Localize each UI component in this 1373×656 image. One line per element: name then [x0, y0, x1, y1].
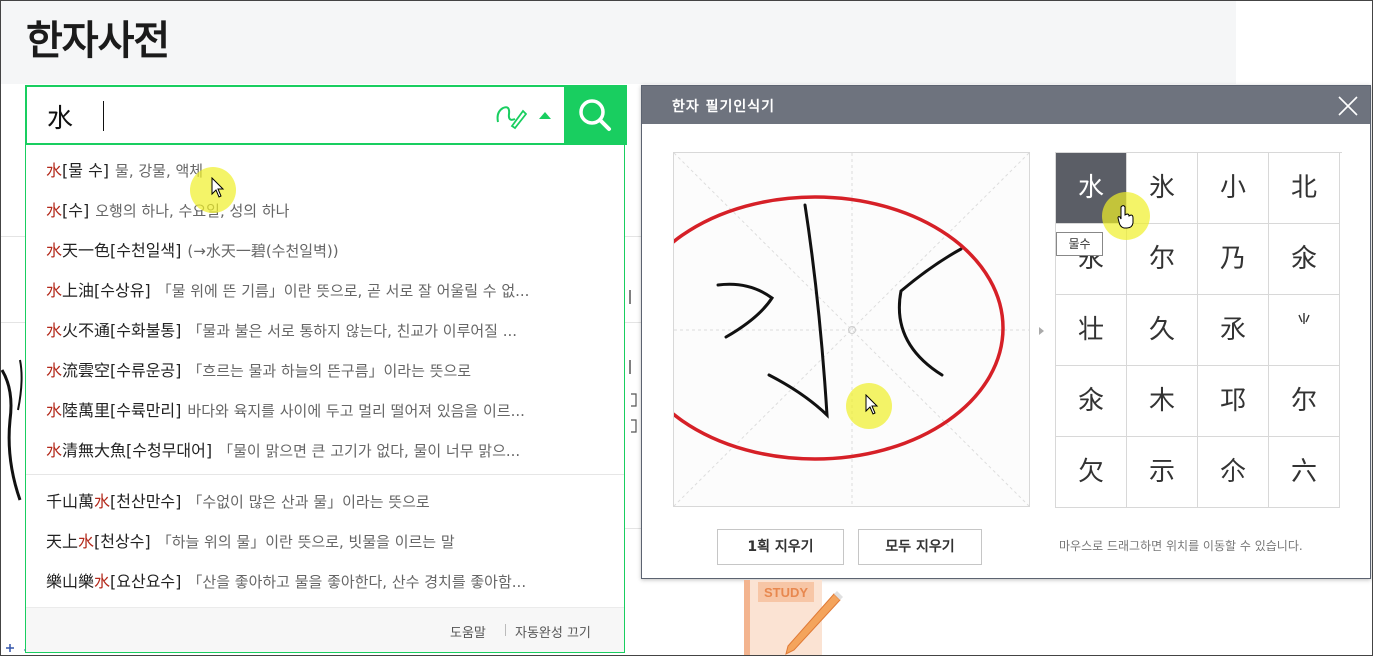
autocomplete-item[interactable]: 千山萬水[천산만수] 「수없이 많은 산과 물」이라는 뜻으로	[46, 488, 606, 512]
autocomplete-item[interactable]: 天上水[천상수] 「하늘 위의 물」이란 뜻으로, 빗물을 이르는 말	[46, 528, 606, 552]
handwriting-recognizer-panel[interactable]: 한자 필기인식기 水 氷 小 北 永 尔 乃 氽 壮 久 氶 氽 木 邛 尔 欠…	[625, 85, 1371, 579]
candidate-cell[interactable]	[1269, 295, 1340, 366]
autocomplete-item[interactable]: 水天一色[수천일색] (→水天一碧(수천일벽))	[46, 237, 606, 261]
candidate-cell[interactable]: 六	[1269, 437, 1340, 508]
drag-hint: 마우스로 드래그하면 위치를 이동할 수 있습니다.	[1059, 539, 1303, 553]
candidate-cell[interactable]: 壮	[1056, 295, 1127, 366]
autocomplete-item[interactable]: 水清無大魚[수청무대어] 「물이 맑으면 큰 고기가 없다, 물이 너무 맑으..…	[46, 437, 606, 461]
candidate-cell[interactable]: 尒	[1198, 437, 1269, 508]
background-divider	[0, 322, 25, 323]
footer-divider	[505, 624, 506, 636]
candidate-cell[interactable]: 氽	[1269, 224, 1340, 295]
collapse-arrow-icon[interactable]	[539, 112, 551, 119]
candidate-glyph-icon	[1298, 313, 1310, 324]
handwriting-pen-icon[interactable]	[495, 102, 527, 130]
background-divider	[625, 528, 641, 529]
background-divider	[625, 236, 641, 237]
panel-header[interactable]: 한자 필기인식기	[642, 86, 1370, 124]
autocomplete-item[interactable]: 水[물 수] 물, 강물, 액체	[46, 157, 606, 181]
search-box	[25, 85, 627, 145]
candidate-cell[interactable]: 久	[1127, 295, 1198, 366]
erase-all-button[interactable]: 모두 지우기	[858, 529, 982, 565]
candidate-grid: 水 氷 小 北 永 尔 乃 氽 壮 久 氶 氽 木 邛 尔 欠 示 尒 六	[1055, 152, 1342, 508]
erase-stroke-button[interactable]: 1획 지우기	[717, 529, 844, 565]
autocomplete-footer: 도움말 자동완성 끄기	[26, 607, 624, 652]
canvas-arrow-icon	[1039, 327, 1044, 335]
autocomplete-item[interactable]: 水火不通[수화불통] 「물과 불은 서로 통하지 않는다, 친교가 이루어질 ..…	[46, 317, 606, 341]
handwriting-canvas[interactable]	[625, 152, 1030, 507]
autocomplete-item[interactable]: 水流雲空[수류운공] 「흐르는 물과 하늘의 뜬구름」이라는 뜻으로	[46, 357, 606, 381]
page-title: 한자사전	[26, 18, 170, 64]
text-cursor	[103, 101, 104, 131]
background-divider	[0, 236, 25, 237]
study-label: STUDY	[764, 585, 808, 600]
search-input[interactable]	[47, 96, 407, 136]
candidate-cell[interactable]: 邛	[1198, 366, 1269, 437]
study-illustration: STUDY	[744, 580, 844, 656]
candidate-cell[interactable]: 小	[1198, 153, 1269, 224]
mouse-pointer-icon	[211, 177, 225, 198]
candidate-cell[interactable]: 木	[1127, 366, 1198, 437]
candidate-cell[interactable]: 欠	[1056, 437, 1127, 508]
candidate-tooltip: 물수	[1056, 232, 1103, 256]
mouse-pointer-icon	[865, 394, 879, 415]
autocomplete-separator	[26, 474, 624, 475]
canvas-drawing	[625, 152, 1030, 507]
autocomplete-item[interactable]: 水陸萬里[수륙만리] 바다와 육지를 사이에 두고 멀리 떨어져 있음을 이르..…	[46, 397, 606, 421]
search-icon	[579, 99, 611, 131]
autocomplete-item[interactable]: 水[수] 오행의 하나, 수요일, 성의 하나	[46, 197, 606, 221]
page-header-background	[0, 0, 1236, 84]
autocomplete-item[interactable]: 樂山樂水[요산요수] 「산을 좋아하고 물을 좋아한다, 산수 경치를 좋아함..…	[46, 568, 606, 592]
background-bracket-fragment	[629, 290, 637, 433]
candidate-cell[interactable]: 示	[1127, 437, 1198, 508]
candidate-cell[interactable]: 乃	[1198, 224, 1269, 295]
panel-title: 한자 필기인식기	[672, 99, 776, 115]
help-link[interactable]: 도움말	[450, 622, 486, 641]
autocomplete-item[interactable]: 水上油[수상유] 「물 위에 뜬 기름」이란 뜻으로, 곧 서로 잘 어울릴 수 …	[46, 277, 606, 301]
candidate-cell[interactable]: 北	[1269, 153, 1340, 224]
background-character-fragment	[0, 359, 23, 501]
candidate-cell[interactable]: 氶	[1198, 295, 1269, 366]
search-button[interactable]	[564, 85, 627, 145]
candidate-cell[interactable]: 氽	[1056, 366, 1127, 437]
autocomplete-dropdown: 水[물 수] 물, 강물, 액체 水[수] 오행의 하나, 수요일, 성의 하나 水…	[25, 145, 625, 653]
candidate-cell[interactable]: 尔	[1269, 366, 1340, 437]
hand-pointer-icon	[1117, 205, 1134, 229]
close-icon[interactable]	[1337, 95, 1359, 117]
study-notebook-icon: STUDY	[744, 580, 843, 656]
autocomplete-off-link[interactable]: 자동완성 끄기	[515, 622, 591, 641]
